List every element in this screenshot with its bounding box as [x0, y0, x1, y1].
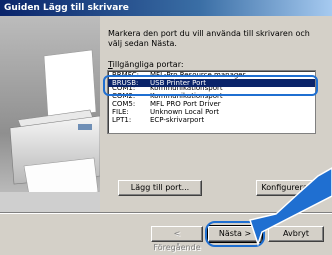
add-port-button[interactable]: Lägg till port...	[118, 180, 202, 196]
back-button[interactable]: < Föregående	[151, 226, 203, 252]
port-row-com5[interactable]: COM5: MFL PRO Port Driver	[108, 100, 315, 108]
configure-port-button[interactable]: Konfigurera port	[256, 180, 332, 196]
port-name: COM1:	[112, 87, 136, 92]
instruction-text: Markera den port du vill använda till sk…	[108, 29, 310, 48]
port-row-brusb[interactable]: BRUSB: USB Printer Port	[108, 79, 315, 87]
window-title: Guiden Lägg till skrivare	[4, 3, 129, 13]
port-description: ECP-skrivarport	[150, 116, 205, 124]
cancel-button[interactable]: Avbryt	[268, 226, 324, 242]
ports-listbox[interactable]: BRMFC: MFL-Pro Resource manager BRUSB: U…	[107, 70, 316, 134]
port-description: USB Printer Port	[150, 79, 206, 87]
button-separator	[0, 212, 332, 214]
port-name: FILE:	[112, 108, 129, 116]
port-row-lpt1[interactable]: LPT1: ECP-skrivarport	[108, 116, 315, 124]
port-name: BRMFC:	[112, 71, 139, 79]
port-name: LPT1:	[112, 116, 132, 124]
port-description: MFL PRO Port Driver	[150, 100, 221, 108]
port-row-brmfc[interactable]: BRMFC: MFL-Pro Resource manager	[108, 71, 315, 79]
printer-illustration	[0, 16, 100, 212]
port-name: BRUSB:	[112, 79, 139, 87]
port-name: COM5:	[112, 100, 136, 108]
port-row-file[interactable]: FILE: Unknown Local Port	[108, 108, 315, 116]
port-description: MFL-Pro Resource manager	[150, 71, 246, 79]
port-description: Kommunikationsport	[150, 92, 223, 100]
port-row-com2[interactable]: COM2: Kommunikationsport	[108, 92, 315, 100]
title-bar: Guiden Lägg till skrivare	[0, 0, 332, 16]
port-description: Unknown Local Port	[150, 108, 219, 116]
next-button[interactable]: Nästa >	[207, 225, 263, 243]
available-ports-label: Tillgängliga portar:	[108, 60, 184, 69]
port-description: Kommunikationsport	[150, 87, 223, 92]
ports-label-text: illgängliga portar:	[112, 60, 184, 69]
port-name: COM2:	[112, 92, 136, 100]
add-printer-wizard-window: Guiden Lägg till skrivare Markera den po…	[0, 0, 332, 252]
